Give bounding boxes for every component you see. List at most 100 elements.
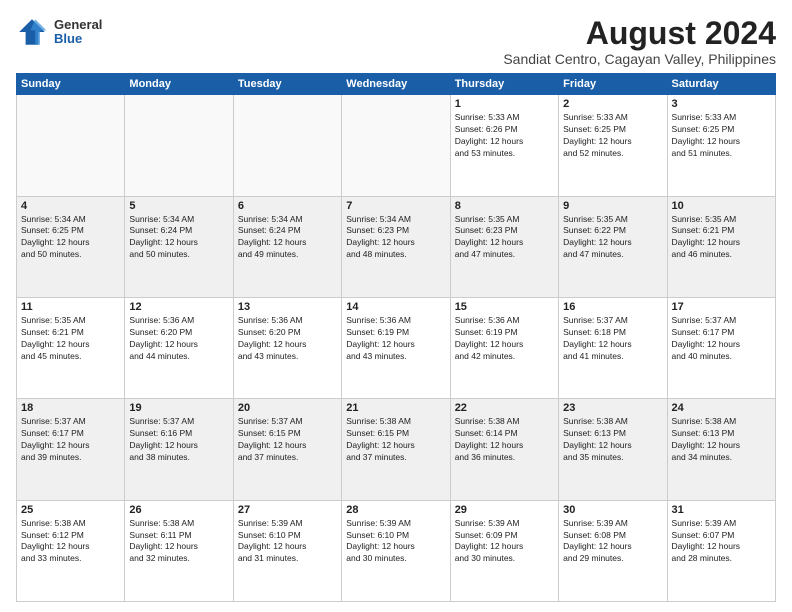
logo-blue: Blue <box>54 32 102 46</box>
day-info: Sunrise: 5:33 AMSunset: 6:26 PMDaylight:… <box>455 112 554 160</box>
title-block: August 2024 Sandiat Centro, Cagayan Vall… <box>503 16 776 67</box>
day-number: 25 <box>21 504 120 516</box>
day-header-sunday: Sunday <box>17 74 125 95</box>
day-info: Sunrise: 5:33 AMSunset: 6:25 PMDaylight:… <box>672 112 771 160</box>
day-info: Sunrise: 5:37 AMSunset: 6:18 PMDaylight:… <box>563 315 662 363</box>
calendar-cell: 31 Sunrise: 5:39 AMSunset: 6:07 PMDayligh… <box>667 500 775 601</box>
calendar-cell: 10 Sunrise: 5:35 AMSunset: 6:21 PMDayligh… <box>667 196 775 297</box>
calendar-row-2: 4 Sunrise: 5:34 AMSunset: 6:25 PMDaylight… <box>17 196 776 297</box>
calendar-cell: 15 Sunrise: 5:36 AMSunset: 6:19 PMDayligh… <box>450 297 558 398</box>
calendar-cell: 30 Sunrise: 5:39 AMSunset: 6:08 PMDayligh… <box>559 500 667 601</box>
day-info: Sunrise: 5:37 AMSunset: 6:17 PMDaylight:… <box>672 315 771 363</box>
day-header-tuesday: Tuesday <box>233 74 341 95</box>
day-info: Sunrise: 5:34 AMSunset: 6:24 PMDaylight:… <box>129 214 228 262</box>
calendar-row-4: 18 Sunrise: 5:37 AMSunset: 6:17 PMDayligh… <box>17 399 776 500</box>
day-info: Sunrise: 5:36 AMSunset: 6:20 PMDaylight:… <box>238 315 337 363</box>
day-number: 11 <box>21 301 120 313</box>
day-number: 3 <box>672 98 771 110</box>
day-number: 17 <box>672 301 771 313</box>
calendar-cell: 3 Sunrise: 5:33 AMSunset: 6:25 PMDaylight… <box>667 95 775 196</box>
day-header-wednesday: Wednesday <box>342 74 450 95</box>
calendar-row-3: 11 Sunrise: 5:35 AMSunset: 6:21 PMDayligh… <box>17 297 776 398</box>
calendar-cell: 25 Sunrise: 5:38 AMSunset: 6:12 PMDayligh… <box>17 500 125 601</box>
logo-general: General <box>54 18 102 32</box>
day-info: Sunrise: 5:38 AMSunset: 6:14 PMDaylight:… <box>455 416 554 464</box>
day-number: 9 <box>563 200 662 212</box>
logo-text: General Blue <box>54 18 102 47</box>
day-info: Sunrise: 5:35 AMSunset: 6:23 PMDaylight:… <box>455 214 554 262</box>
calendar-cell: 21 Sunrise: 5:38 AMSunset: 6:15 PMDayligh… <box>342 399 450 500</box>
calendar-cell: 18 Sunrise: 5:37 AMSunset: 6:17 PMDayligh… <box>17 399 125 500</box>
day-number: 20 <box>238 402 337 414</box>
calendar-cell: 4 Sunrise: 5:34 AMSunset: 6:25 PMDaylight… <box>17 196 125 297</box>
day-header-saturday: Saturday <box>667 74 775 95</box>
calendar-cell: 6Sunrise: 5:34 AMSunset: 6:24 PMDaylight… <box>233 196 341 297</box>
day-number: 10 <box>672 200 771 212</box>
day-info: Sunrise: 5:37 AMSunset: 6:16 PMDaylight:… <box>129 416 228 464</box>
day-number: 6 <box>238 200 337 212</box>
day-number: 14 <box>346 301 445 313</box>
day-info: Sunrise: 5:38 AMSunset: 6:11 PMDaylight:… <box>129 518 228 566</box>
calendar-row-5: 25 Sunrise: 5:38 AMSunset: 6:12 PMDayligh… <box>17 500 776 601</box>
header: General Blue August 2024 Sandiat Centro,… <box>16 16 776 67</box>
day-info: Sunrise: 5:39 AMSunset: 6:09 PMDaylight:… <box>455 518 554 566</box>
day-number: 23 <box>563 402 662 414</box>
day-number: 26 <box>129 504 228 516</box>
day-number: 21 <box>346 402 445 414</box>
logo: General Blue <box>16 16 102 48</box>
calendar-cell: 14 Sunrise: 5:36 AMSunset: 6:19 PMDayligh… <box>342 297 450 398</box>
day-info: Sunrise: 5:39 AMSunset: 6:07 PMDaylight:… <box>672 518 771 566</box>
day-number: 12 <box>129 301 228 313</box>
calendar-cell <box>342 95 450 196</box>
calendar-cell <box>125 95 233 196</box>
day-info: Sunrise: 5:38 AMSunset: 6:12 PMDaylight:… <box>21 518 120 566</box>
calendar-cell <box>233 95 341 196</box>
calendar-table: SundayMondayTuesdayWednesdayThursdayFrid… <box>16 73 776 602</box>
day-info: Sunrise: 5:35 AMSunset: 6:21 PMDaylight:… <box>672 214 771 262</box>
day-header-friday: Friday <box>559 74 667 95</box>
calendar-row-1: 1Sunrise: 5:33 AMSunset: 6:26 PMDaylight… <box>17 95 776 196</box>
day-number: 13 <box>238 301 337 313</box>
logo-icon <box>16 16 48 48</box>
calendar-cell: 9Sunrise: 5:35 AMSunset: 6:22 PMDaylight… <box>559 196 667 297</box>
day-number: 30 <box>563 504 662 516</box>
calendar-cell: 7 Sunrise: 5:34 AMSunset: 6:23 PMDaylight… <box>342 196 450 297</box>
day-info: Sunrise: 5:36 AMSunset: 6:19 PMDaylight:… <box>455 315 554 363</box>
day-number: 31 <box>672 504 771 516</box>
day-info: Sunrise: 5:34 AMSunset: 6:25 PMDaylight:… <box>21 214 120 262</box>
calendar-cell: 22 Sunrise: 5:38 AMSunset: 6:14 PMDayligh… <box>450 399 558 500</box>
calendar-cell: 5Sunrise: 5:34 AMSunset: 6:24 PMDaylight… <box>125 196 233 297</box>
day-number: 18 <box>21 402 120 414</box>
day-info: Sunrise: 5:36 AMSunset: 6:20 PMDaylight:… <box>129 315 228 363</box>
page: General Blue August 2024 Sandiat Centro,… <box>0 0 792 612</box>
day-info: Sunrise: 5:39 AMSunset: 6:08 PMDaylight:… <box>563 518 662 566</box>
day-header-monday: Monday <box>125 74 233 95</box>
day-number: 19 <box>129 402 228 414</box>
day-number: 22 <box>455 402 554 414</box>
calendar-cell: 28Sunrise: 5:39 AMSunset: 6:10 PMDayligh… <box>342 500 450 601</box>
day-info: Sunrise: 5:35 AMSunset: 6:21 PMDaylight:… <box>21 315 120 363</box>
day-info: Sunrise: 5:37 AMSunset: 6:17 PMDaylight:… <box>21 416 120 464</box>
calendar-cell: 2Sunrise: 5:33 AMSunset: 6:25 PMDaylight… <box>559 95 667 196</box>
day-info: Sunrise: 5:36 AMSunset: 6:19 PMDaylight:… <box>346 315 445 363</box>
day-number: 4 <box>21 200 120 212</box>
calendar-cell: 29Sunrise: 5:39 AMSunset: 6:09 PMDayligh… <box>450 500 558 601</box>
day-number: 15 <box>455 301 554 313</box>
calendar-cell: 27Sunrise: 5:39 AMSunset: 6:10 PMDayligh… <box>233 500 341 601</box>
day-info: Sunrise: 5:34 AMSunset: 6:23 PMDaylight:… <box>346 214 445 262</box>
day-number: 2 <box>563 98 662 110</box>
day-info: Sunrise: 5:38 AMSunset: 6:15 PMDaylight:… <box>346 416 445 464</box>
day-number: 24 <box>672 402 771 414</box>
day-info: Sunrise: 5:37 AMSunset: 6:15 PMDaylight:… <box>238 416 337 464</box>
calendar-header-row: SundayMondayTuesdayWednesdayThursdayFrid… <box>17 74 776 95</box>
calendar-cell: 17 Sunrise: 5:37 AMSunset: 6:17 PMDayligh… <box>667 297 775 398</box>
page-title: August 2024 <box>503 16 776 51</box>
calendar-cell: 20 Sunrise: 5:37 AMSunset: 6:15 PMDayligh… <box>233 399 341 500</box>
day-info: Sunrise: 5:38 AMSunset: 6:13 PMDaylight:… <box>563 416 662 464</box>
day-info: Sunrise: 5:39 AMSunset: 6:10 PMDaylight:… <box>238 518 337 566</box>
calendar-cell: 11 Sunrise: 5:35 AMSunset: 6:21 PMDayligh… <box>17 297 125 398</box>
calendar-cell: 13 Sunrise: 5:36 AMSunset: 6:20 PMDayligh… <box>233 297 341 398</box>
calendar-cell: 19 Sunrise: 5:37 AMSunset: 6:16 PMDayligh… <box>125 399 233 500</box>
calendar-cell: 26 Sunrise: 5:38 AMSunset: 6:11 PMDayligh… <box>125 500 233 601</box>
day-number: 7 <box>346 200 445 212</box>
